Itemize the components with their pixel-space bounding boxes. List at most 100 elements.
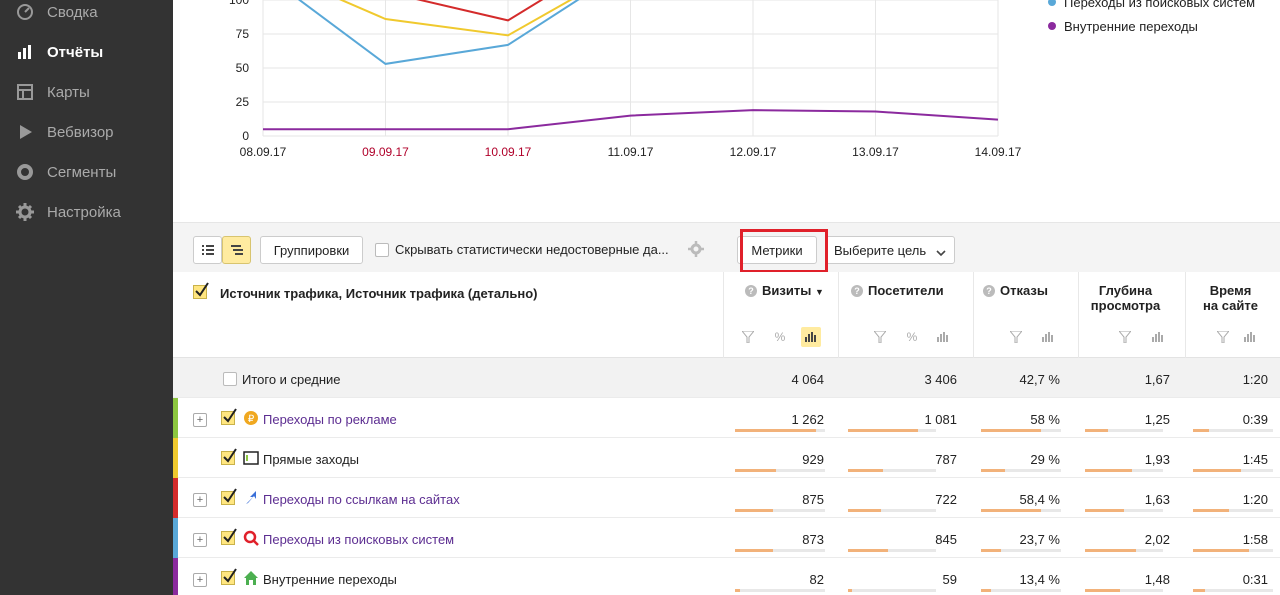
- row-cell: 82: [809, 572, 824, 587]
- bar-chart-icon[interactable]: [801, 327, 821, 347]
- sort-desc-icon: ▼: [814, 287, 824, 297]
- x-tick-label: 08.09.17: [240, 145, 287, 159]
- row-cell: 29 %: [1030, 452, 1060, 467]
- row-bar-fill: [735, 549, 773, 552]
- row-cell: 1,48: [1144, 572, 1170, 587]
- table-row[interactable]: + Переходы из поисковых систем 873 845 23,7 …: [173, 518, 1280, 558]
- filter-icon[interactable]: [1213, 327, 1233, 347]
- row-bar-fill: [735, 429, 816, 432]
- table-total-row: Итого и средние 4 064 3 406 42,7 % 1,67 …: [173, 358, 1280, 398]
- row-label: Внутренние переходы: [263, 572, 397, 587]
- select-all-checkbox[interactable]: [193, 282, 210, 302]
- row-bar-track: [1193, 549, 1273, 552]
- sidebar-item-settings[interactable]: Настройка: [0, 197, 173, 227]
- row-bar-fill: [735, 589, 740, 592]
- row-label[interactable]: Переходы по ссылкам на сайтах: [263, 492, 460, 507]
- hide-unreliable-label: Скрывать статистически недостоверные да.…: [395, 242, 669, 257]
- hide-unreliable-checkbox[interactable]: [375, 243, 389, 257]
- y-tick-label: 25: [236, 95, 250, 109]
- filter-icon[interactable]: [738, 327, 758, 347]
- sidebar-item-reports[interactable]: Отчёты: [0, 37, 173, 67]
- row-bar-track: [735, 429, 825, 432]
- percent-icon[interactable]: %: [770, 327, 790, 347]
- column-separator: [1185, 272, 1186, 358]
- sidebar-item-summary[interactable]: Сводка: [0, 0, 173, 27]
- row-color-stripe: [173, 398, 178, 438]
- legend-item[interactable]: Внутренние переходы: [1048, 14, 1255, 38]
- row-checkbox[interactable]: [221, 408, 238, 425]
- bar-chart-icon[interactable]: [1038, 327, 1058, 347]
- row-bar-fill: [848, 429, 918, 432]
- bar-chart-icon[interactable]: [1148, 327, 1168, 347]
- row-cell: 787: [935, 452, 957, 467]
- column-time[interactable]: Время на сайте: [1198, 283, 1263, 313]
- ad-coin-icon: ₽: [243, 410, 259, 426]
- x-tick-label: 09.09.17: [362, 145, 409, 159]
- expand-button[interactable]: +: [193, 493, 207, 507]
- row-bar-fill: [1085, 549, 1136, 552]
- column-depth[interactable]: Глубина просмотра: [1088, 283, 1163, 313]
- tree-view-button[interactable]: [222, 236, 251, 264]
- column-visitors[interactable]: ? Посетители: [851, 283, 944, 298]
- row-bar-fill: [1193, 429, 1209, 432]
- legend-item[interactable]: Переходы из поисковых систем: [1048, 0, 1255, 14]
- row-checkbox[interactable]: [221, 568, 238, 585]
- column-title: Отказы: [1000, 283, 1048, 298]
- row-checkbox[interactable]: [221, 448, 238, 465]
- bar-chart-icon[interactable]: [933, 327, 953, 347]
- filter-icon[interactable]: [1115, 327, 1135, 347]
- column-title: просмотра: [1090, 298, 1161, 313]
- row-cell: 58,4 %: [1019, 492, 1060, 507]
- row-bar-track: [1085, 549, 1163, 552]
- sidebar-item-segments[interactable]: Сегменты: [0, 157, 173, 187]
- sidebar-item-webvisor[interactable]: Вебвизор: [0, 117, 173, 147]
- gear-icon[interactable]: [688, 241, 704, 260]
- column-bounces[interactable]: ? Отказы: [983, 283, 1048, 298]
- row-bar-fill: [848, 549, 888, 552]
- grouping-button[interactable]: Группировки: [260, 236, 363, 264]
- row-bar-track: [1193, 429, 1273, 432]
- dimension-title[interactable]: Источник трафика, Источник трафика (дета…: [220, 286, 538, 301]
- row-cell: 1,63: [1144, 492, 1170, 507]
- column-visits[interactable]: ? Визиты ▼: [745, 283, 824, 298]
- help-icon: ?: [745, 285, 757, 297]
- sidebar-item-maps[interactable]: Карты: [0, 77, 173, 107]
- table-row[interactable]: + Переходы по ссылкам на сайтах 875 722 58,4…: [173, 478, 1280, 518]
- row-bar-track: [735, 509, 825, 512]
- expand-button[interactable]: +: [193, 533, 207, 547]
- table-row[interactable]: Прямые заходы 929 787 29 % 1,93 1:45: [173, 438, 1280, 478]
- row-label: Прямые заходы: [263, 452, 360, 467]
- percent-icon[interactable]: %: [902, 327, 922, 347]
- row-cell: 875: [802, 492, 824, 507]
- tree-icon: [230, 243, 243, 258]
- row-label[interactable]: Переходы по рекламе: [263, 412, 397, 427]
- list-view-button[interactable]: [193, 236, 222, 264]
- row-bar-fill: [981, 469, 1005, 472]
- row-cell: 1,25: [1144, 412, 1170, 427]
- row-checkbox[interactable]: [221, 488, 238, 505]
- total-depth: 1,67: [1144, 372, 1170, 387]
- filter-icon[interactable]: [1006, 327, 1026, 347]
- row-bar-track: [981, 589, 1061, 592]
- table-row[interactable]: + ₽ Переходы по рекламе 1 262 1 081 58 % 1,25 0…: [173, 398, 1280, 438]
- total-bounces: 42,7 %: [1019, 372, 1060, 387]
- expand-button[interactable]: +: [193, 573, 207, 587]
- row-cell: 1:58: [1242, 532, 1268, 547]
- goal-select[interactable]: Выберите цель: [825, 236, 955, 264]
- filter-icon[interactable]: [870, 327, 890, 347]
- row-checkbox[interactable]: [221, 528, 238, 545]
- row-label[interactable]: Переходы из поисковых систем: [263, 532, 454, 547]
- row-cell: 58 %: [1030, 412, 1060, 427]
- total-checkbox[interactable]: [223, 372, 237, 386]
- help-icon: ?: [983, 285, 995, 297]
- list-icon: [201, 243, 214, 258]
- y-tick-label: 100: [229, 0, 249, 7]
- row-cell: 23,7 %: [1019, 532, 1060, 547]
- column-title: Глубина: [1098, 283, 1153, 298]
- expand-button[interactable]: +: [193, 413, 207, 427]
- sidebar: Сводка Отчёты Карты Вебвизор Сегменты На…: [0, 0, 173, 595]
- table-row[interactable]: + Внутренние переходы 82 59 13,4 % 1,48 0:31: [173, 558, 1280, 595]
- x-tick-label: 10.09.17: [485, 145, 532, 159]
- link-arrow-icon: [243, 490, 259, 506]
- bar-chart-icon[interactable]: [1240, 327, 1260, 347]
